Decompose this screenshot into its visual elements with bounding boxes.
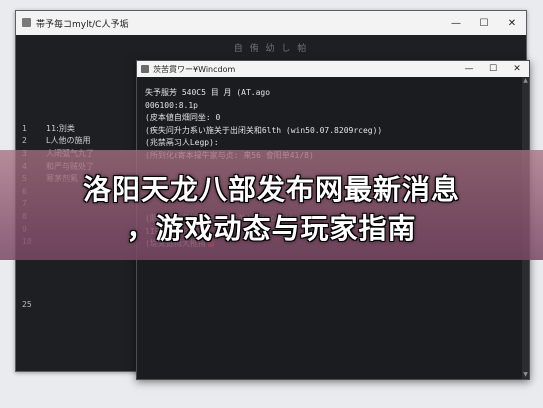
- outer-title-bar[interactable]: 帯予毎コmylt/C人予垢 — ☐ ✕: [16, 11, 526, 35]
- line-number: 1: [22, 123, 27, 133]
- terminal-app-icon: [22, 18, 31, 27]
- close-button[interactable]: ✕: [498, 11, 526, 35]
- inner-title-bar[interactable]: 茨苦貫ワー¥Wincdom — ☐ ✕: [137, 61, 529, 77]
- console-line: 006100:8.1p: [145, 100, 198, 110]
- console-line: 失予服芳 540C5 目 月 (AT.ago: [145, 88, 271, 97]
- inner-minimize-button[interactable]: —: [457, 61, 481, 77]
- line-number: [22, 287, 42, 300]
- scroll-down-icon[interactable]: ▼: [522, 371, 529, 379]
- scroll-up-icon[interactable]: ▲: [522, 77, 529, 85]
- line-number: 2: [22, 136, 27, 146]
- console-line: (皮本値自畑同坐: 0: [145, 113, 221, 123]
- line-number: [22, 98, 42, 111]
- maximize-button[interactable]: ☐: [470, 11, 498, 35]
- left-list-item: 11:別类: [46, 123, 75, 133]
- outer-header-text: 自 侑 幼 し 帕: [233, 44, 309, 54]
- line-number: 25: [22, 300, 32, 310]
- left-list-item: [46, 85, 138, 98]
- console-line: (兆禁鬲习人Legp):: [145, 138, 219, 148]
- inner-window-title: 茨苦貫ワー¥Wincdom: [153, 64, 236, 74]
- console-line: (疾失问升力系い施关于出闭关和6lth (win50.07.8209rceg)): [145, 125, 383, 135]
- headline-line-1: 洛阳天龙八部发布网最新消息: [82, 173, 460, 206]
- outer-window-title: 帯予毎コmylt/C人予垢: [36, 19, 129, 30]
- line-number: [22, 274, 42, 287]
- line-number: [22, 85, 42, 98]
- left-list-item: L人他の施用: [46, 136, 91, 146]
- minimize-button[interactable]: —: [442, 11, 470, 35]
- inner-close-button[interactable]: ✕: [505, 61, 529, 77]
- inner-maximize-button[interactable]: ☐: [481, 61, 505, 77]
- line-number: [22, 261, 42, 274]
- left-list-item: [46, 98, 138, 111]
- line-number: [22, 110, 42, 123]
- left-list-item: [46, 110, 138, 123]
- left-list-item: [46, 261, 138, 274]
- headline-line-2: ，游戏动态与玩家指南: [126, 212, 417, 245]
- console-app-icon: [141, 65, 149, 73]
- left-list-item: [46, 274, 138, 287]
